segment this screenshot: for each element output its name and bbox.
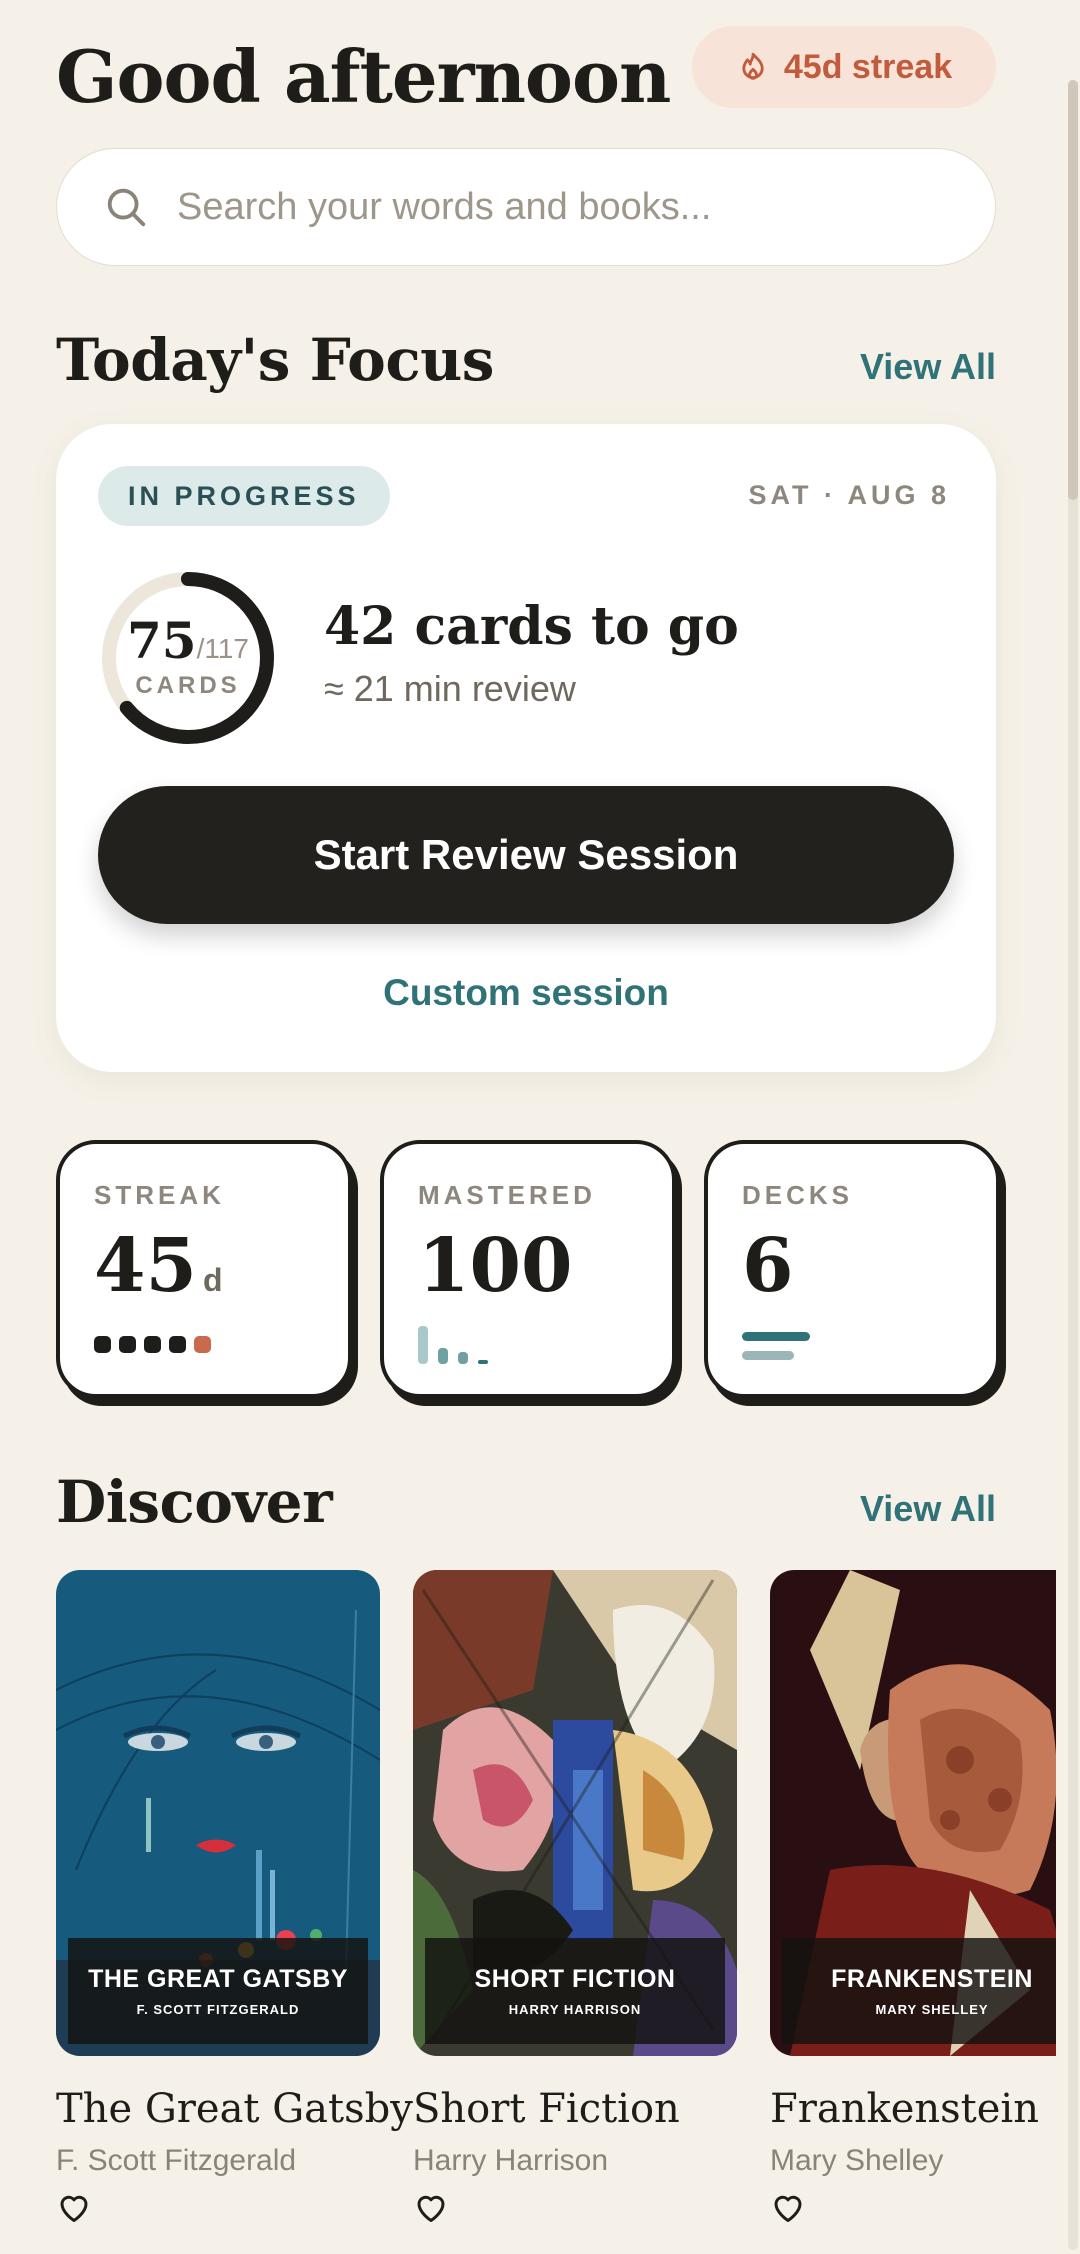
book-author: F. Scott Fitzgerald bbox=[56, 2144, 297, 2177]
stat-value: 45 d bbox=[94, 1223, 223, 1309]
cards-remaining-text: 42 cards to go bbox=[324, 596, 739, 657]
streak-badge[interactable]: 45d streak bbox=[692, 26, 996, 108]
streak-dot bbox=[169, 1336, 186, 1353]
discover-carousel[interactable]: THE GREAT GATSBY F. SCOTT FITZGERALD The… bbox=[56, 1570, 1056, 2230]
streak-badge-label: 45d streak bbox=[783, 47, 953, 86]
cover-title: FRANKENSTEIN bbox=[831, 1965, 1033, 1993]
scrollbar[interactable] bbox=[1068, 80, 1078, 2250]
heart-icon[interactable] bbox=[56, 2190, 92, 2224]
search-bar[interactable] bbox=[56, 148, 996, 266]
search-icon bbox=[107, 188, 146, 227]
stat-label: DECKS bbox=[742, 1180, 854, 1210]
deck-line bbox=[742, 1332, 810, 1341]
discover-view-all-link[interactable]: View All bbox=[860, 1488, 996, 1530]
progress-ring-label: 75/117 CARDS bbox=[100, 570, 276, 746]
start-review-button[interactable]: Start Review Session bbox=[98, 786, 954, 924]
focus-view-all-link[interactable]: View All bbox=[860, 346, 996, 388]
stat-label: MASTERED bbox=[418, 1180, 596, 1210]
heart-icon[interactable] bbox=[770, 2190, 806, 2224]
greeting-title: Good afternoon bbox=[56, 34, 671, 119]
cover-label: SHORT FICTION HARRY HARRISON bbox=[425, 1938, 725, 2044]
cover-author: MARY SHELLEY bbox=[875, 2002, 989, 2017]
mastered-bar bbox=[478, 1360, 488, 1364]
stat-value-number: 45 bbox=[94, 1223, 197, 1309]
mastered-bar bbox=[438, 1348, 448, 1364]
mastered-stat-card[interactable]: MASTERED 100 bbox=[380, 1140, 676, 1398]
cards-done-count: 75 bbox=[126, 611, 197, 670]
scrollbar-thumb[interactable] bbox=[1068, 80, 1078, 500]
discover-section-title: Discover bbox=[56, 1468, 333, 1536]
stat-unit: d bbox=[202, 1262, 223, 1298]
mastered-bar bbox=[418, 1326, 428, 1364]
search-input[interactable] bbox=[177, 185, 937, 229]
cover-author: HARRY HARRISON bbox=[508, 2002, 642, 2017]
book-author: Harry Harrison bbox=[413, 2144, 609, 2177]
mastered-bars bbox=[418, 1324, 488, 1364]
decks-lines bbox=[742, 1332, 810, 1370]
streak-dot-today bbox=[194, 1336, 211, 1353]
book-cover[interactable]: THE GREAT GATSBY F. SCOTT FITZGERALD bbox=[56, 1570, 380, 2056]
book-title[interactable]: The Great Gatsby bbox=[56, 2086, 413, 2132]
cover-title: THE GREAT GATSBY bbox=[88, 1965, 348, 1993]
cover-label: FRANKENSTEIN MARY SHELLEY bbox=[782, 1938, 1056, 2044]
decks-stat-card[interactable]: DECKS 6 bbox=[704, 1140, 1000, 1398]
book-card[interactable]: SHORT FICTION HARRY HARRISON Short Ficti… bbox=[413, 1570, 737, 2229]
cards-unit-label: CARDS bbox=[135, 672, 241, 699]
review-time-estimate: ≈ 21 min review bbox=[324, 668, 576, 709]
session-date: SAT · AUG 8 bbox=[748, 480, 950, 510]
book-cover[interactable]: FRANKENSTEIN MARY SHELLEY bbox=[770, 1570, 1056, 2056]
book-cover[interactable]: SHORT FICTION HARRY HARRISON bbox=[413, 1570, 737, 2056]
deck-line bbox=[742, 1351, 794, 1360]
streak-dots bbox=[94, 1336, 211, 1353]
streak-dot bbox=[119, 1336, 136, 1353]
cover-title: SHORT FICTION bbox=[474, 1965, 676, 1993]
cards-total-count: /117 bbox=[196, 633, 249, 664]
focus-section-title: Today's Focus bbox=[56, 326, 494, 394]
heart-icon[interactable] bbox=[413, 2190, 449, 2224]
book-author: Mary Shelley bbox=[770, 2144, 944, 2177]
stat-value: 6 bbox=[742, 1223, 794, 1309]
status-badge: IN PROGRESS bbox=[98, 466, 390, 526]
mastered-bar bbox=[458, 1352, 468, 1364]
streak-stat-card[interactable]: STREAK 45 d bbox=[56, 1140, 352, 1398]
cover-label: THE GREAT GATSBY F. SCOTT FITZGERALD bbox=[68, 1938, 368, 2044]
streak-dot bbox=[94, 1336, 111, 1353]
stat-label: STREAK bbox=[94, 1180, 225, 1210]
focus-card: IN PROGRESS SAT · AUG 8 75/117 CARDS 42 … bbox=[56, 424, 996, 1072]
cover-author: F. SCOTT FITZGERALD bbox=[136, 2002, 300, 2017]
stat-value: 100 bbox=[418, 1223, 573, 1309]
book-title[interactable]: Frankenstein bbox=[770, 2086, 1056, 2132]
book-card[interactable]: THE GREAT GATSBY F. SCOTT FITZGERALD The… bbox=[56, 1570, 413, 2229]
book-card[interactable]: FRANKENSTEIN MARY SHELLEY Frankenstein M… bbox=[770, 1570, 1056, 2229]
flame-icon bbox=[742, 52, 764, 80]
streak-dot bbox=[144, 1336, 161, 1353]
custom-session-link[interactable]: Custom session bbox=[56, 972, 996, 1014]
book-title[interactable]: Short Fiction bbox=[413, 2086, 737, 2132]
